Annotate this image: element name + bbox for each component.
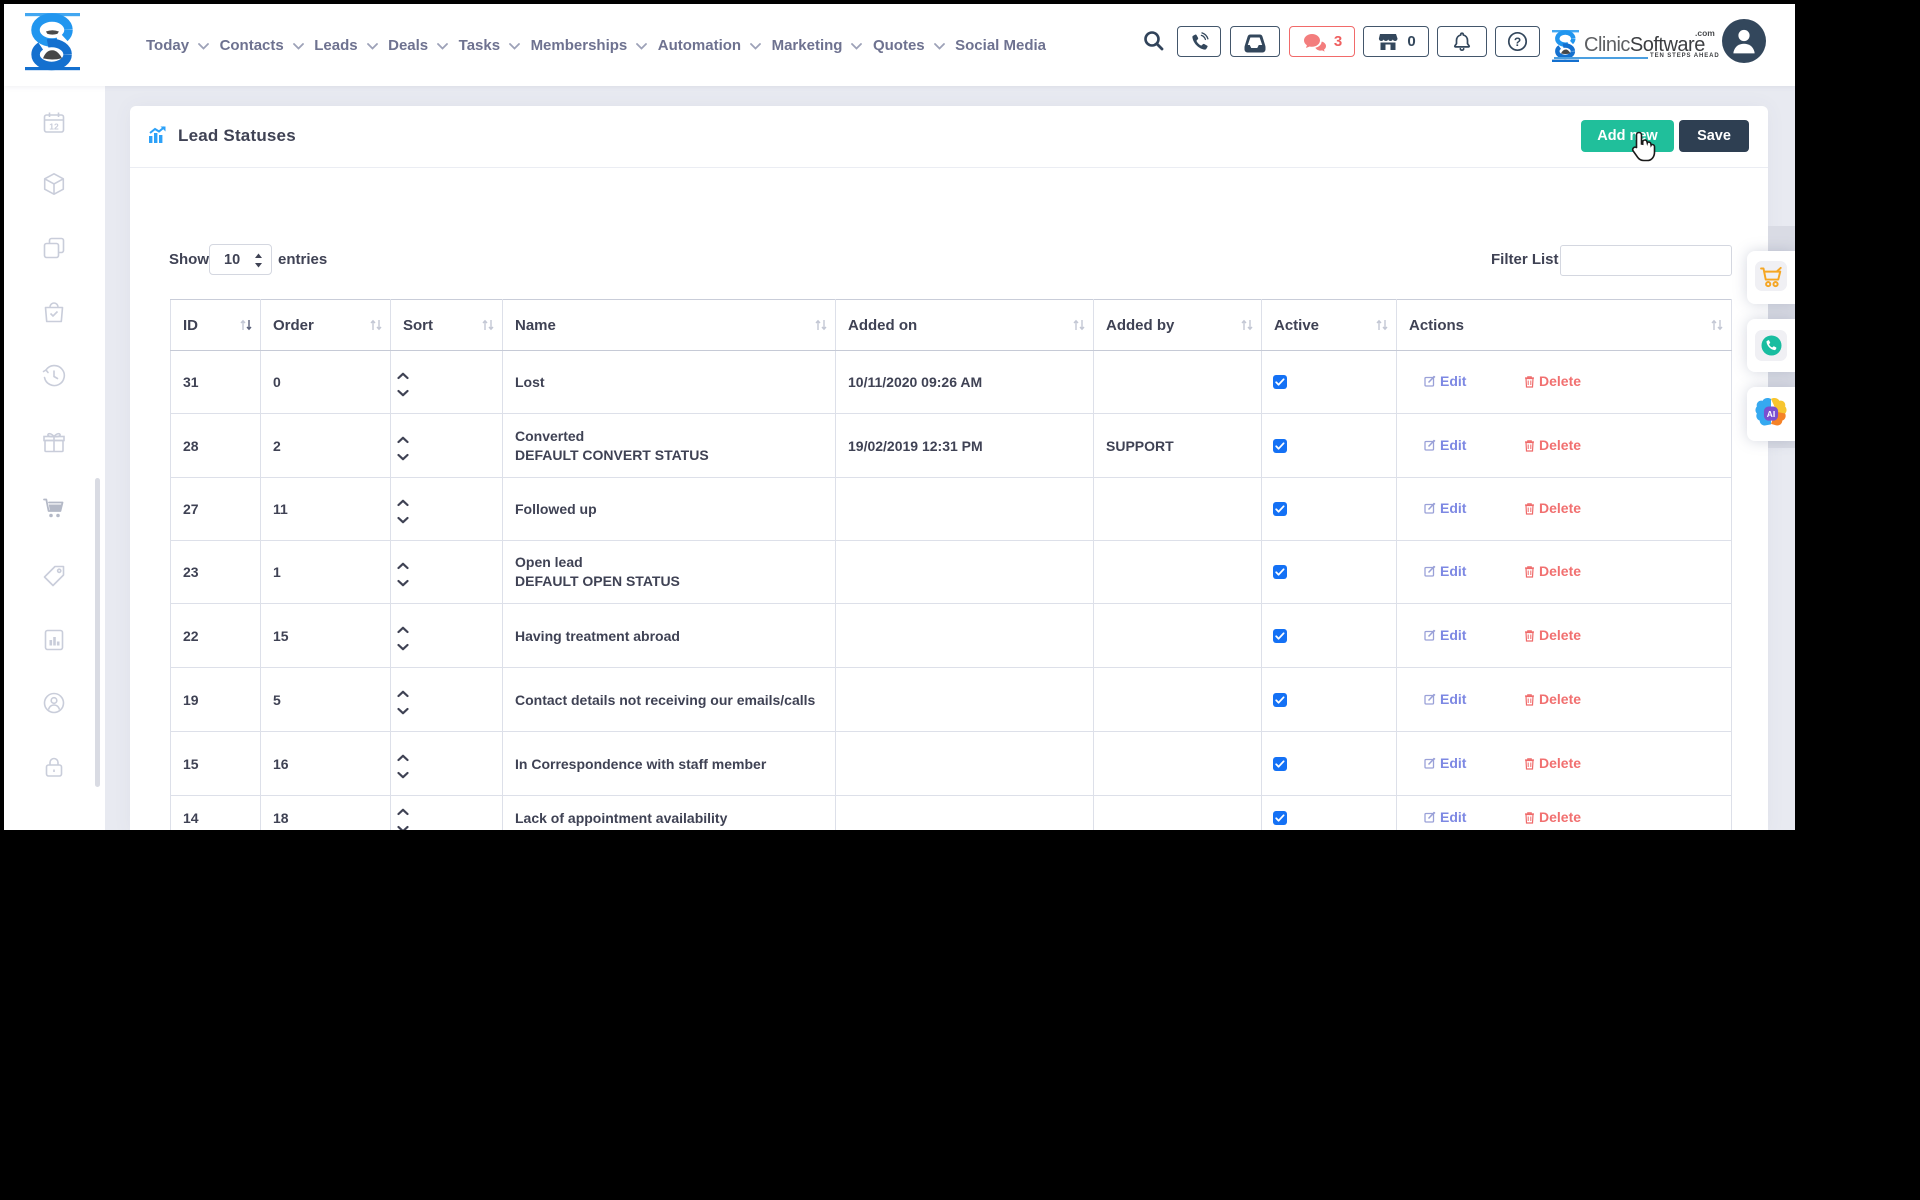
svg-text:12: 12 <box>49 122 59 132</box>
svg-text:?: ? <box>1514 35 1521 49</box>
svg-text:AI: AI <box>1767 408 1775 418</box>
